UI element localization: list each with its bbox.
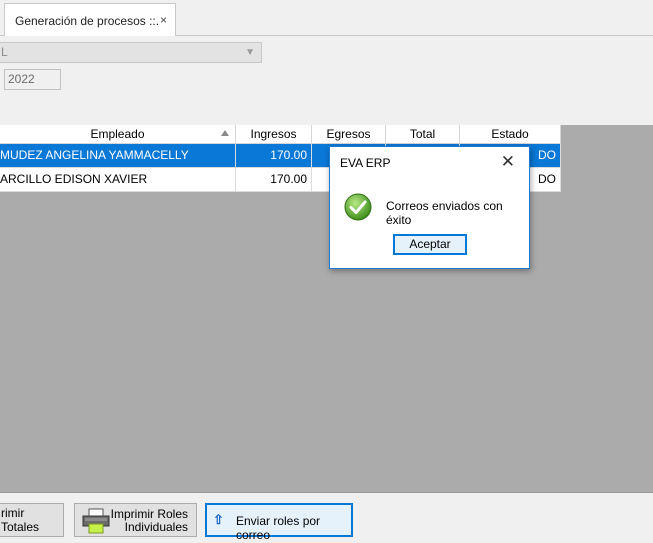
column-header-egresos[interactable]: Egresos <box>312 125 386 143</box>
sort-asc-icon <box>221 130 229 136</box>
period-combo-value: L <box>1 45 8 59</box>
footer-toolbar: rimir Totales Imprimir Roles Individuale… <box>0 492 653 543</box>
close-icon[interactable]: × <box>160 13 167 27</box>
print-individual-roles-button[interactable]: Imprimir Roles Individuales <box>74 503 197 537</box>
cell-ingresos: 170.00 <box>236 144 312 167</box>
send-roles-email-button[interactable]: ⇧ Enviar roles por correo <box>205 503 353 542</box>
tab-generacion-procesos[interactable]: Generación de procesos ::. × <box>4 3 176 37</box>
print-roles-label: Imprimir Roles Individuales <box>110 507 188 534</box>
filter-panel: L ▼ 2022 <box>0 36 653 125</box>
year-field[interactable]: 2022 <box>4 69 61 90</box>
message-dialog: EVA ERP ✕ Correos enviados con éxito Ace… <box>329 146 530 269</box>
print-totals-button[interactable]: rimir Totales <box>0 503 64 537</box>
send-roles-label: Enviar roles por correo <box>236 514 321 542</box>
column-header-total[interactable]: Total <box>386 125 460 143</box>
cell-ingresos: 170.00 <box>236 168 312 191</box>
tab-label: Generación de procesos ::. <box>15 13 160 28</box>
cell-empleado: ARCILLO EDISON XAVIER <box>0 168 236 191</box>
printer-icon <box>82 508 110 534</box>
chevron-down-icon[interactable]: ▼ <box>245 43 255 62</box>
grid-header: Empleado Ingresos Egresos Total Estado <box>0 125 561 144</box>
cell-empleado: MUDEZ ANGELINA YAMMACELLY <box>0 144 236 167</box>
column-header-ingresos[interactable]: Ingresos <box>236 125 312 143</box>
column-header-empleado[interactable]: Empleado <box>0 125 236 143</box>
column-header-estado[interactable]: Estado <box>460 125 561 143</box>
dialog-message: Correos enviados con éxito <box>386 199 503 227</box>
period-combo[interactable]: L ▼ <box>0 42 262 63</box>
print-totals-label: rimir Totales <box>1 506 40 534</box>
grid-area: Empleado Ingresos Egresos Total Estado M… <box>0 125 653 492</box>
dialog-title: EVA ERP <box>340 156 391 170</box>
accept-button[interactable]: Aceptar <box>393 234 467 255</box>
close-icon[interactable]: ✕ <box>501 152 515 172</box>
success-check-icon <box>344 193 372 221</box>
tab-strip: Generación de procesos ::. × <box>0 0 653 37</box>
arrow-up-icon: ⇧ <box>213 512 224 527</box>
